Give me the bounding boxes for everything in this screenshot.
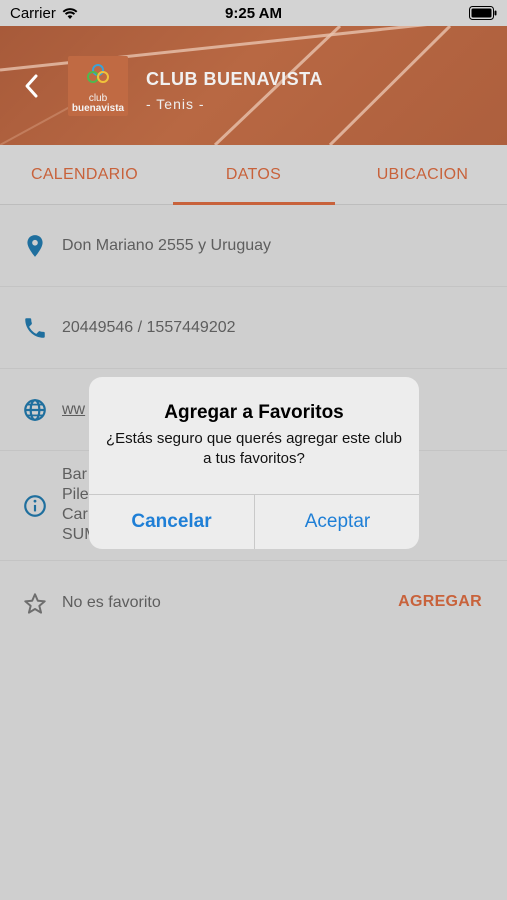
back-arrow-icon[interactable] bbox=[18, 70, 46, 102]
favorite-status-text: No es favorito bbox=[62, 594, 161, 611]
status-time: 9:25 AM bbox=[225, 5, 282, 22]
location-pin-icon bbox=[27, 235, 43, 257]
address-text: Don Mariano 2555 y Uruguay bbox=[62, 237, 272, 254]
dialog-title: Agregar a Favoritos bbox=[164, 402, 344, 423]
favorite-alert-dialog: Agregar a Favoritos ¿Estás seguro que qu… bbox=[89, 377, 419, 549]
dialog-message: ¿Estás seguro que querés agregar este cl… bbox=[105, 430, 402, 467]
status-bar: Carrier 9:25 AM bbox=[0, 0, 507, 26]
phone-row[interactable]: 20449546 / 1557449202 bbox=[0, 287, 507, 369]
star-outline-icon bbox=[24, 593, 46, 614]
tab-ubicacion[interactable]: UBICACION bbox=[338, 145, 507, 205]
logo-text: club buenavista bbox=[68, 94, 128, 114]
battery-icon bbox=[469, 6, 497, 20]
info-icon bbox=[24, 495, 46, 517]
phone-icon bbox=[25, 318, 45, 338]
club-logo: club buenavista bbox=[68, 56, 128, 116]
favorite-row: No es favorito AGREGAR bbox=[0, 561, 507, 643]
globe-icon bbox=[24, 399, 46, 421]
website-link[interactable]: ww bbox=[62, 401, 85, 419]
club-subtitle: - Tenis - bbox=[146, 96, 205, 112]
tab-bar: CALENDARIO DATOS UBICACION bbox=[0, 145, 507, 205]
phone-text: 20449546 / 1557449202 bbox=[62, 319, 236, 336]
tab-datos[interactable]: DATOS bbox=[169, 145, 338, 205]
add-favorite-button[interactable]: AGREGAR bbox=[398, 593, 482, 611]
logo-circles-icon bbox=[87, 64, 109, 83]
address-row[interactable]: Don Mariano 2555 y Uruguay bbox=[0, 205, 507, 287]
club-title: CLUB BUENAVISTA bbox=[146, 69, 323, 89]
tab-calendario[interactable]: CALENDARIO bbox=[0, 145, 169, 205]
logo-text-bottom: buenavista bbox=[71, 103, 125, 114]
accept-button[interactable]: Aceptar bbox=[255, 495, 419, 549]
club-header: club buenavista CLUB BUENAVISTA - Tenis … bbox=[0, 26, 507, 145]
cancel-button[interactable]: Cancelar bbox=[89, 495, 254, 549]
